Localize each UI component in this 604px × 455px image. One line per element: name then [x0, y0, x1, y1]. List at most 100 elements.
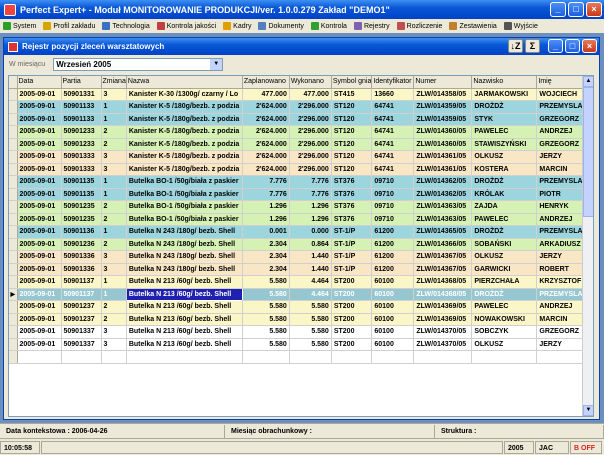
table-row[interactable]: 2005-09-01 50901136 1 Butelka N 243 /180g/ …: [9, 225, 592, 239]
table-cell[interactable]: GARWICKI: [471, 263, 538, 276]
table-cell[interactable]: 2'296.000: [289, 113, 332, 126]
table-row[interactable]: 2005-09-01 50901135 1 Butelka BO-1 /50g/bia…: [9, 188, 592, 201]
table-cell[interactable]: ZLW/014359/05: [413, 100, 473, 114]
table-cell[interactable]: [331, 350, 373, 364]
table-cell[interactable]: 60100: [371, 300, 415, 314]
table-cell[interactable]: 50901337: [61, 325, 102, 339]
table-cell[interactable]: 50901235: [61, 213, 102, 226]
table-cell[interactable]: ST376: [331, 188, 373, 201]
table-cell[interactable]: [126, 350, 243, 364]
table-cell[interactable]: 50901336: [61, 263, 102, 276]
table-cell[interactable]: Kanister K-30 /1300g/ czarny / Lo: [126, 88, 243, 101]
row-indicator[interactable]: [9, 350, 18, 364]
table-cell[interactable]: Kanister K-5 /180g/bezb. z podzia: [126, 100, 243, 114]
table-cell[interactable]: 2005-09-01: [17, 88, 62, 101]
table-cell[interactable]: 64741: [371, 125, 415, 139]
chevron-down-icon[interactable]: ▼: [210, 59, 223, 70]
table-cell[interactable]: 2.304: [242, 238, 290, 251]
table-cell[interactable]: 5.580: [242, 275, 290, 289]
table-cell[interactable]: 2'624.000: [242, 150, 290, 164]
table-row[interactable]: 2005-09-01 50901233 2 Kanister K-5 /180g/be…: [9, 125, 592, 139]
table-cell[interactable]: ST415: [331, 88, 373, 101]
table-cell[interactable]: 50901135: [61, 188, 102, 201]
table-cell[interactable]: ZLW/014367/05: [413, 250, 473, 264]
table-cell[interactable]: 50901137: [61, 275, 102, 289]
table-row[interactable]: 2005-09-01 50901337 3 Butelka N 213 /60g/ b…: [9, 325, 592, 339]
table-row[interactable]: 2005-09-01 50901331 3 Kanister K-30 /1300g/…: [9, 88, 592, 101]
table-cell[interactable]: 2005-09-01: [17, 275, 62, 289]
table-cell[interactable]: Butelka BO-1 /50g/biała z paskier: [126, 200, 243, 214]
table-cell[interactable]: 2005-09-01: [17, 200, 62, 214]
table-cell[interactable]: 4.464: [289, 275, 332, 289]
table-cell[interactable]: PAWELEC: [471, 300, 538, 314]
table-cell[interactable]: ZLW/014362/05: [413, 188, 473, 201]
table-cell[interactable]: ZLW/014363/05: [413, 200, 473, 214]
table-cell[interactable]: ZLW/014368/05: [413, 275, 473, 289]
table-cell[interactable]: ST120: [331, 163, 373, 176]
menu-item-3[interactable]: Kontrola jakości: [154, 19, 220, 33]
table-cell[interactable]: STYK: [471, 113, 538, 126]
table-cell[interactable]: ST120: [331, 125, 373, 139]
current-row-icon[interactable]: ▶: [9, 288, 18, 301]
menu-item-10[interactable]: Wyjście: [501, 19, 542, 33]
row-indicator[interactable]: [9, 138, 18, 151]
table-row[interactable]: ▶ 2005-09-01 50901137 1 Butelka N 213 /60g/ …: [9, 287, 592, 301]
table-cell[interactable]: 1.296: [242, 200, 290, 214]
table-cell[interactable]: [101, 350, 127, 364]
table-cell[interactable]: 2005-09-01: [17, 263, 62, 276]
table-cell[interactable]: 09710: [371, 175, 415, 189]
column-header[interactable]: Partia: [61, 76, 102, 89]
table-cell[interactable]: 50901333: [61, 150, 102, 164]
table-cell[interactable]: 2.304: [242, 263, 290, 276]
column-header[interactable]: Zmiana: [101, 76, 127, 89]
table-cell[interactable]: 60100: [371, 275, 415, 289]
table-cell[interactable]: 50901233: [61, 138, 102, 151]
table-cell[interactable]: Kanister K-5 /180g/bezb. z podzia: [126, 150, 243, 164]
close-button[interactable]: ×: [586, 2, 602, 17]
table-cell[interactable]: 2'624.000: [242, 100, 290, 114]
table-cell[interactable]: 50901333: [61, 163, 102, 176]
table-cell[interactable]: 50901236: [61, 238, 102, 251]
table-cell[interactable]: 60100: [371, 313, 415, 326]
table-cell[interactable]: 50901331: [61, 88, 102, 101]
column-header[interactable]: Nazwa: [126, 76, 243, 89]
table-cell[interactable]: 2: [101, 213, 127, 226]
table-cell[interactable]: Butelka BO-1 /50g/biała z paskier: [126, 213, 243, 226]
table-cell[interactable]: DROŻDŻ: [471, 288, 538, 301]
table-cell[interactable]: ST200: [331, 325, 373, 339]
table-cell[interactable]: 61200: [371, 250, 415, 264]
table-cell[interactable]: 2005-09-01: [17, 100, 62, 114]
menu-item-6[interactable]: Kontrola: [308, 19, 351, 33]
table-cell[interactable]: ST-1/P: [331, 225, 373, 239]
table-cell[interactable]: 50901136: [61, 225, 102, 239]
sum-button[interactable]: Σ: [525, 39, 540, 53]
table-cell[interactable]: 60100: [371, 338, 415, 351]
table-cell[interactable]: 5.580: [289, 313, 332, 326]
table-cell[interactable]: Butelka BO-1 /50g/biała z paskier: [126, 175, 243, 189]
table-row[interactable]: 2005-09-01 50901333 3 Kanister K-5 /180g/be…: [9, 163, 592, 176]
table-cell[interactable]: 3: [101, 263, 127, 276]
table-row[interactable]: 2005-09-01 50901133 1 Kanister K-5 /180g/be…: [9, 100, 592, 114]
table-cell[interactable]: 477.000: [242, 88, 290, 101]
table-cell[interactable]: 0.001: [242, 225, 290, 239]
table-cell[interactable]: ZLW/014361/05: [413, 163, 473, 176]
scroll-down-icon[interactable]: ▼: [583, 405, 593, 416]
table-cell[interactable]: 2005-09-01: [17, 138, 62, 151]
window-close-button[interactable]: ×: [582, 39, 597, 53]
table-cell[interactable]: 0.864: [289, 238, 332, 251]
table-cell[interactable]: Butelka N 243 /180g/ bezb. Shell: [126, 225, 243, 239]
table-cell[interactable]: ST376: [331, 200, 373, 214]
table-cell[interactable]: 2'296.000: [289, 100, 332, 114]
table-cell[interactable]: 2005-09-01: [17, 225, 62, 239]
table-cell[interactable]: 2: [101, 313, 127, 326]
table-cell[interactable]: Butelka N 213 /60g/ bezb. Shell: [126, 325, 243, 339]
table-cell[interactable]: 50901133: [61, 113, 102, 126]
table-cell[interactable]: 60100: [371, 325, 415, 339]
table-cell[interactable]: Butelka N 243 /180g/ bezb. Shell: [126, 238, 243, 251]
table-cell[interactable]: 1: [101, 188, 127, 201]
table-cell[interactable]: 2005-09-01: [17, 250, 62, 264]
table-cell[interactable]: 5.580: [242, 300, 290, 314]
table-cell[interactable]: ST376: [331, 175, 373, 189]
table-row[interactable]: [9, 350, 592, 364]
table-cell[interactable]: 2.304: [242, 250, 290, 264]
